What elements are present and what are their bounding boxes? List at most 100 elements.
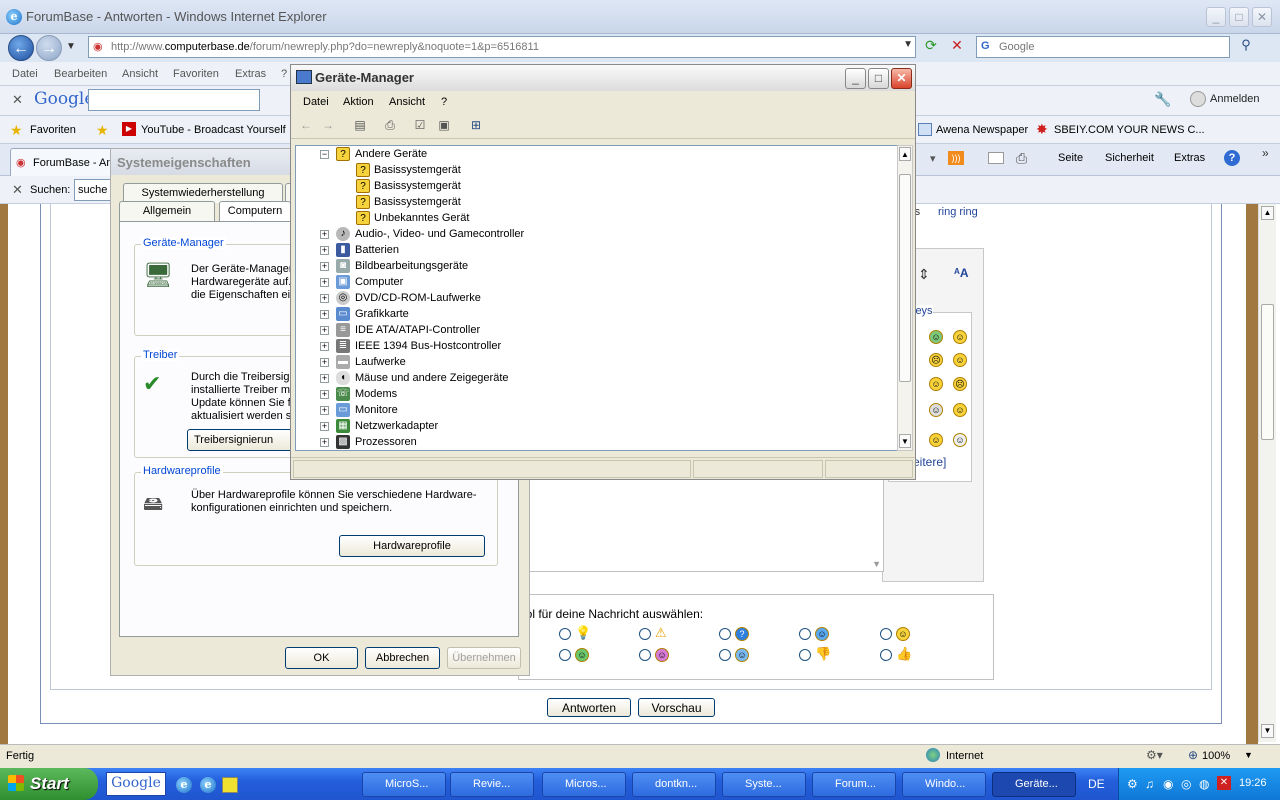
cancel-button[interactable]: Abbrechen	[365, 647, 440, 669]
print-icon[interactable]: ⎙	[1016, 150, 1027, 167]
smiley-dizzy-icon[interactable]: ☺	[929, 377, 943, 391]
tray-network-icon[interactable]: ⚙	[1127, 777, 1138, 791]
tree-scroll-down-icon[interactable]: ▼	[899, 434, 911, 448]
smiley-eyes-icon[interactable]: ☺	[929, 403, 943, 417]
smiley-shock-icon[interactable]: ☺	[929, 433, 943, 447]
menu-favoriten[interactable]: Favoriten	[173, 68, 219, 80]
hardware-profiles-button[interactable]: Hardwareprofile	[339, 535, 485, 557]
tray-security-icon[interactable]: ◎	[1181, 777, 1191, 791]
smiley-grin-icon[interactable]: ☺	[929, 330, 943, 344]
scroll-up-icon[interactable]: ▲	[1261, 206, 1274, 220]
toolbar-close-icon[interactable]: ✕	[12, 92, 23, 108]
expand-icon[interactable]: +	[320, 294, 329, 303]
expand-icon[interactable]: +	[320, 390, 329, 399]
dm-menu-aktion[interactable]: Aktion	[343, 96, 374, 108]
zoom-icon[interactable]: ⊕	[1188, 748, 1198, 762]
feeds-icon[interactable]: )))	[948, 151, 964, 165]
taskbar-button-6[interactable]: Forum...	[812, 772, 896, 797]
close-button[interactable]: ✕	[1252, 7, 1272, 27]
stop-icon[interactable]: ✕	[946, 37, 968, 57]
expand-icon[interactable]: +	[320, 262, 329, 271]
tb-print-icon[interactable]: ⎙	[381, 118, 399, 134]
history-dropdown-icon[interactable]: ▼	[66, 41, 76, 52]
maximize-button[interactable]: □	[1229, 7, 1249, 27]
preview-button[interactable]: Vorschau	[638, 698, 715, 717]
protected-mode-icon[interactable]: ⚙▾	[1146, 748, 1163, 762]
expand-icon[interactable]: +	[320, 246, 329, 255]
tree-scrollbar[interactable]: ▲ ▼	[897, 145, 913, 451]
menu-datei[interactable]: Datei	[12, 68, 38, 80]
google-toolbar-input[interactable]	[88, 89, 260, 111]
start-button[interactable]: Start	[0, 768, 98, 800]
symbol-radio-warning[interactable]	[639, 628, 651, 640]
symbol-radio-bulb[interactable]	[559, 628, 571, 640]
tb-back-icon[interactable]: ←	[297, 118, 315, 134]
dm-maximize-button[interactable]: □	[868, 68, 889, 89]
smiley-cool-icon[interactable]: ☺	[953, 353, 967, 367]
symbol-radio-thumbsup[interactable]	[880, 649, 892, 661]
tab-forumbase[interactable]: ◉ ForumBase - Ant...	[10, 148, 125, 176]
smiley-surprise-icon[interactable]: ☺	[953, 433, 967, 447]
ok-button[interactable]: OK	[285, 647, 358, 669]
driver-signing-button[interactable]: Treibersignierun	[187, 429, 297, 451]
collapse-icon[interactable]: −	[320, 150, 329, 159]
zoom-level[interactable]: 100%	[1202, 750, 1230, 762]
expand-icon[interactable]: +	[320, 326, 329, 335]
search-input[interactable]: Google G	[976, 36, 1230, 58]
zoom-dropdown-icon[interactable]: ▼	[1244, 750, 1253, 760]
forward-button[interactable]: →	[36, 35, 62, 61]
security-menu[interactable]: Sicherheit	[1105, 152, 1154, 164]
add-favorite-icon[interactable]: ★	[96, 122, 109, 139]
find-close-icon[interactable]: ✕	[12, 182, 23, 198]
smiley-devil-icon[interactable]: ☺	[953, 403, 967, 417]
page-menu[interactable]: Seite	[1058, 152, 1083, 164]
page-scrollbar[interactable]: ▲ ▼	[1258, 204, 1276, 742]
expand-icon[interactable]: +	[320, 422, 329, 431]
quicklaunch-app-icon[interactable]	[222, 777, 238, 793]
font-size-icon[interactable]: ᴬA	[954, 266, 969, 280]
expand-icon[interactable]: +	[320, 278, 329, 287]
tb-properties-icon[interactable]: ☑	[411, 118, 429, 134]
taskbar-button-2[interactable]: Revie...	[450, 772, 534, 797]
wrench-icon[interactable]: 🔧	[1154, 91, 1171, 108]
smiley-sad-icon[interactable]: ☹	[953, 377, 967, 391]
expand-icon[interactable]: +	[320, 358, 329, 367]
symbol-radio-cool[interactable]	[799, 628, 811, 640]
tree-scroll-thumb[interactable]	[899, 174, 911, 382]
taskbar-button-7[interactable]: Windo...	[902, 772, 986, 797]
symbol-radio-tongue[interactable]	[639, 649, 651, 661]
apply-button[interactable]: Übernehmen	[447, 647, 521, 669]
back-button[interactable]: ←	[8, 35, 34, 61]
fav-sbeiy[interactable]: SBEIY.COM YOUR NEWS C...	[1054, 124, 1205, 136]
resize-icon[interactable]: ▼	[872, 559, 881, 569]
more-smileys-link[interactable]: eitere]	[913, 455, 946, 469]
smiley-confused-icon[interactable]: ☹	[929, 353, 943, 367]
smiley-happy-icon[interactable]: ☺	[953, 330, 967, 344]
tab-systemwiederherstellung[interactable]: Systemwiederherstellung	[123, 183, 283, 203]
dm-menu-datei[interactable]: Datei	[303, 96, 329, 108]
tb-forward-icon[interactable]: →	[319, 118, 337, 134]
home-dropdown-icon[interactable]: ▾	[930, 152, 936, 165]
minimize-button[interactable]: _	[1206, 7, 1226, 27]
taskbar-button-1[interactable]: MicroS...	[362, 772, 446, 797]
google-quicklaunch[interactable]: Google	[106, 772, 166, 796]
symbol-radio-wink[interactable]	[719, 649, 731, 661]
menu-bearbeiten[interactable]: Bearbeiten	[54, 68, 107, 80]
menu-help[interactable]: ?	[281, 68, 287, 80]
expand-icon[interactable]: +	[320, 310, 329, 319]
symbol-radio-thumbsdown[interactable]	[799, 649, 811, 661]
taskbar-button-8[interactable]: Geräte...	[992, 772, 1076, 797]
move-arrows-icon[interactable]: ⇕	[918, 266, 930, 283]
reply-button[interactable]: Antworten	[547, 698, 631, 717]
ring-link[interactable]: ring ring	[938, 206, 978, 218]
tray-update-icon[interactable]: ◍	[1199, 777, 1209, 791]
fav-youtube[interactable]: YouTube - Broadcast Yourself	[141, 124, 286, 136]
favorites-button[interactable]: Favoriten	[30, 124, 76, 136]
fav-awena[interactable]: Awena Newspaper	[936, 124, 1028, 136]
tray-volume-icon[interactable]: ♫	[1145, 777, 1154, 791]
expand-icon[interactable]: +	[320, 438, 329, 447]
tab-allgemein[interactable]: Allgemein	[119, 201, 215, 221]
address-bar[interactable]: http://www.computerbase.de/forum/newrepl…	[88, 36, 916, 58]
taskbar-button-4[interactable]: dontkn...	[632, 772, 716, 797]
symbol-radio-question[interactable]	[719, 628, 731, 640]
